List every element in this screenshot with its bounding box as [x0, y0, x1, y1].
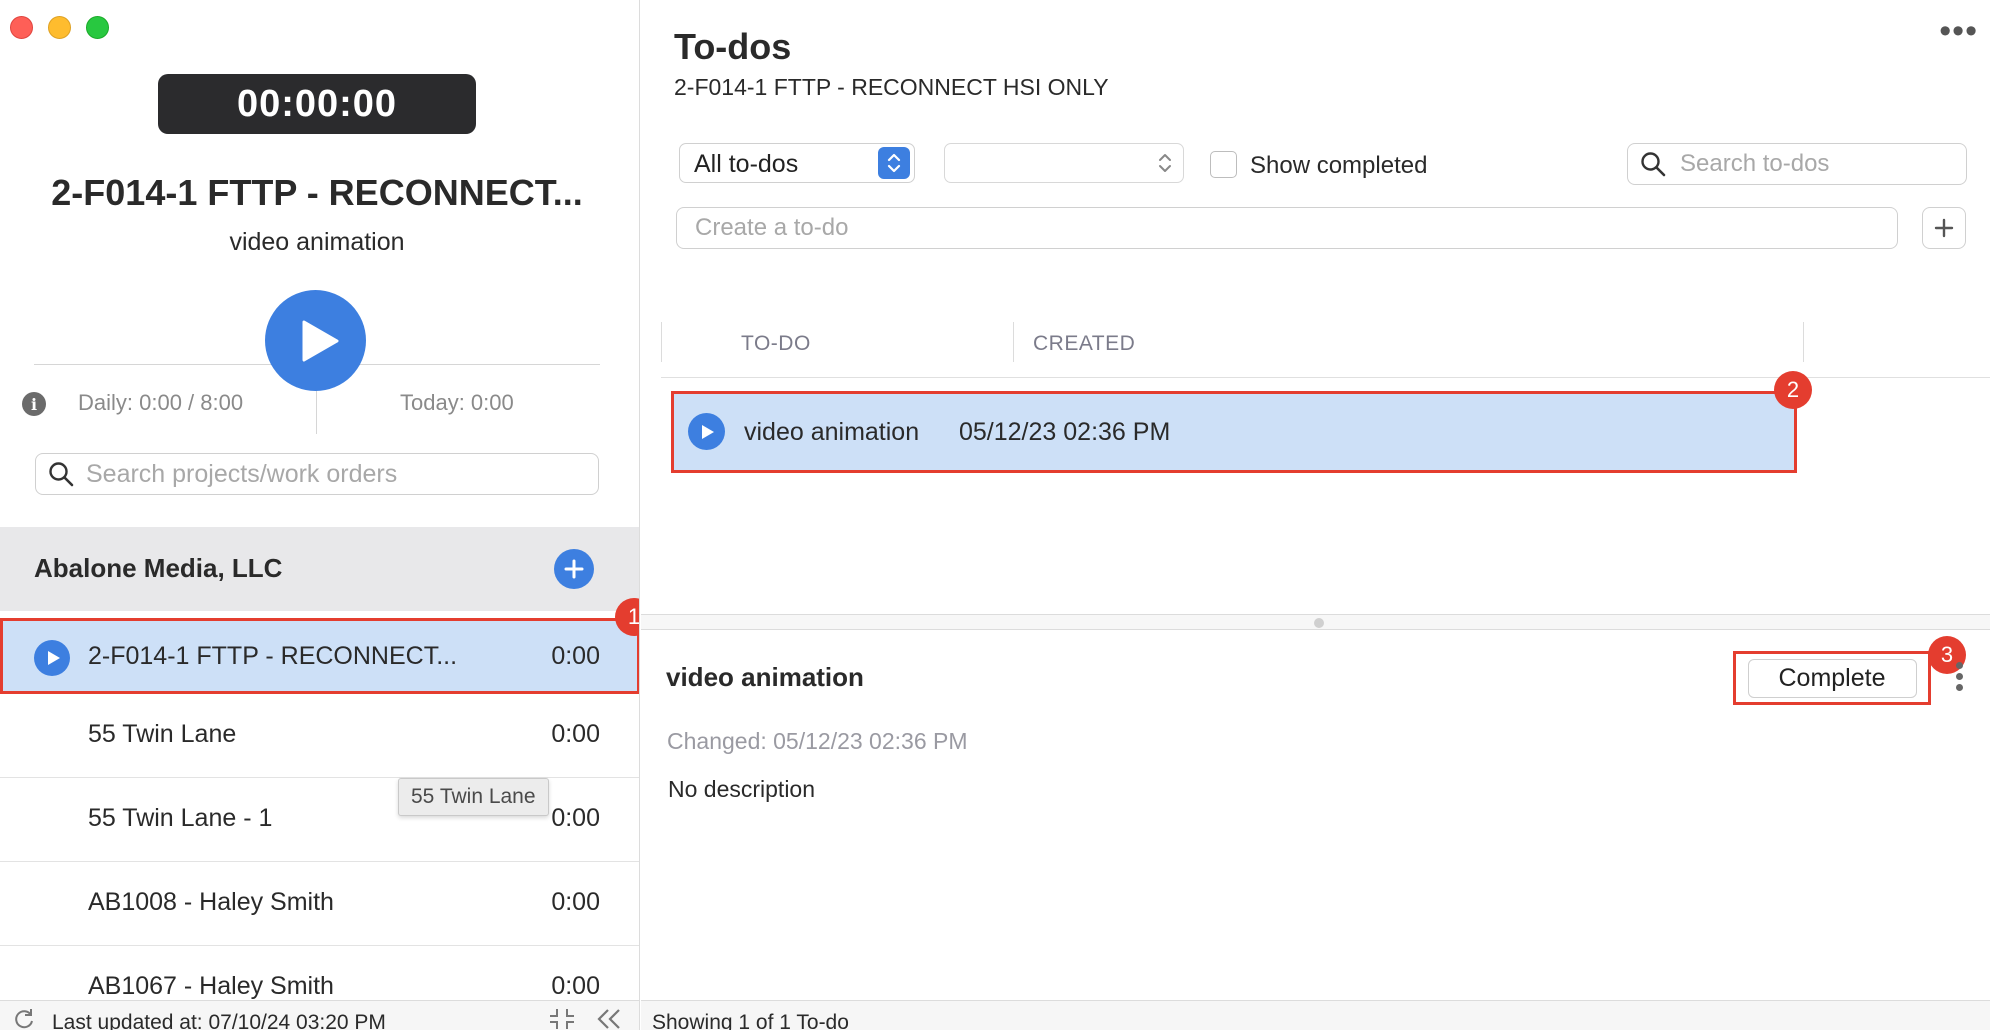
todo-filter-select[interactable]: All to-dos — [679, 143, 915, 183]
plus-icon — [1934, 218, 1954, 238]
project-name: AB1067 - Haley Smith — [88, 972, 334, 1000]
secondary-filter-select[interactable] — [944, 143, 1184, 183]
project-name: 55 Twin Lane - 1 — [88, 804, 273, 832]
project-row[interactable]: AB1008 - Haley Smith 0:00 — [0, 862, 639, 946]
todos-footer: Showing 1 of 1 To-do — [641, 1000, 1990, 1030]
project-time: 0:00 — [551, 804, 600, 832]
project-time: 0:00 — [551, 972, 600, 1000]
column-header-created[interactable]: CREATED — [1033, 332, 1135, 356]
search-icon — [49, 462, 74, 487]
complete-button-highlight: Complete — [1733, 651, 1931, 705]
plus-icon — [564, 559, 584, 579]
todo-table-header: TO-DO CREATED — [661, 320, 1990, 378]
project-name: 55 Twin Lane — [88, 720, 237, 748]
timer-display: 00:00:00 — [158, 74, 476, 134]
project-name: 2-F014-1 FTTP - RECONNECT... — [88, 642, 458, 670]
split-view-divider[interactable] — [641, 614, 1990, 630]
changed-timestamp: Changed: 05/12/23 02:36 PM — [667, 728, 968, 754]
play-icon — [47, 651, 60, 665]
kebab-menu-icon[interactable] — [1954, 662, 1964, 696]
todo-search-input[interactable] — [1680, 150, 1960, 178]
project-search-box[interactable] — [35, 453, 599, 495]
info-icon[interactable]: i — [22, 392, 46, 416]
column-divider[interactable] — [1013, 322, 1014, 362]
page-title: To-dos — [674, 26, 792, 67]
refresh-icon[interactable] — [12, 1007, 36, 1030]
todo-name: video animation — [744, 418, 920, 446]
select-stepper-icon — [1159, 154, 1171, 172]
collapse-icon[interactable] — [548, 1007, 576, 1030]
double-chevron-left-icon[interactable] — [594, 1007, 624, 1030]
client-name: Abalone Media, LLC — [34, 553, 283, 583]
current-todo-label: video animation — [229, 228, 405, 256]
todo-filter-value: All to-dos — [694, 150, 799, 178]
client-header: Abalone Media, LLC — [0, 527, 639, 611]
todos-panel: ••• To-dos 2-F014-1 FTTP - RECONNECT HSI… — [641, 0, 1990, 1030]
row-play-button[interactable] — [34, 640, 70, 676]
todo-play-button[interactable] — [688, 413, 725, 450]
search-icon — [1641, 152, 1666, 177]
tooltip: 55 Twin Lane — [398, 778, 549, 816]
project-row[interactable]: 2-F014-1 FTTP - RECONNECT... 0:00 — [0, 618, 639, 694]
project-row[interactable]: 55 Twin Lane 0:00 — [0, 694, 639, 778]
play-icon — [302, 320, 338, 361]
todo-search-box[interactable] — [1627, 143, 1967, 185]
todo-created: 05/12/23 02:36 PM — [959, 418, 1171, 446]
select-stepper-icon — [878, 147, 910, 179]
description-text[interactable]: No description — [668, 776, 815, 803]
add-todo-button[interactable] — [1922, 207, 1966, 249]
sidebar-panel: 00:00:00 2-F014-1 FTTP - RECONNECT... vi… — [0, 0, 640, 1030]
detail-title: video animation — [666, 662, 864, 692]
column-divider — [661, 322, 662, 362]
close-window-button[interactable] — [10, 16, 33, 39]
zoom-window-button[interactable] — [86, 16, 109, 39]
daily-hours: Daily: 0:00 / 8:00 — [78, 390, 244, 415]
splitter-grip[interactable] — [1314, 618, 1324, 628]
project-name: AB1008 - Haley Smith — [88, 888, 334, 916]
play-icon — [702, 424, 714, 439]
project-search-input[interactable] — [86, 459, 586, 489]
add-project-button[interactable] — [554, 549, 594, 589]
create-todo-input[interactable] — [676, 207, 1898, 249]
complete-button[interactable]: Complete — [1747, 658, 1917, 698]
project-time: 0:00 — [551, 642, 600, 670]
today-hours: Today: 0:00 — [400, 390, 514, 415]
column-divider[interactable] — [1803, 322, 1804, 362]
project-time: 0:00 — [551, 720, 600, 748]
show-completed-checkbox[interactable] — [1210, 151, 1237, 178]
page-subtitle: 2-F014-1 FTTP - RECONNECT HSI ONLY — [674, 74, 1109, 100]
start-timer-button[interactable] — [265, 290, 366, 391]
project-time: 0:00 — [551, 888, 600, 916]
sidebar-footer: Last updated at: 07/10/24 03:20 PM — [0, 1000, 639, 1030]
todo-row[interactable]: video animation 05/12/23 02:36 PM — [671, 391, 1797, 473]
window-controls — [10, 16, 109, 39]
project-list: 2-F014-1 FTTP - RECONNECT... 0:00 55 Twi… — [0, 618, 639, 1030]
show-completed-label[interactable]: Show completed — [1250, 152, 1427, 180]
last-updated-text: Last updated at: 07/10/24 03:20 PM — [52, 1011, 386, 1030]
column-header-todo[interactable]: TO-DO — [741, 332, 811, 356]
more-options-icon[interactable]: ••• — [1939, 14, 1978, 48]
current-project-title: 2-F014-1 FTTP - RECONNECT... — [51, 172, 583, 213]
annotation-badge-2: 2 — [1774, 371, 1812, 409]
showing-count: Showing 1 of 1 To-do — [652, 1011, 849, 1030]
minimize-window-button[interactable] — [48, 16, 71, 39]
